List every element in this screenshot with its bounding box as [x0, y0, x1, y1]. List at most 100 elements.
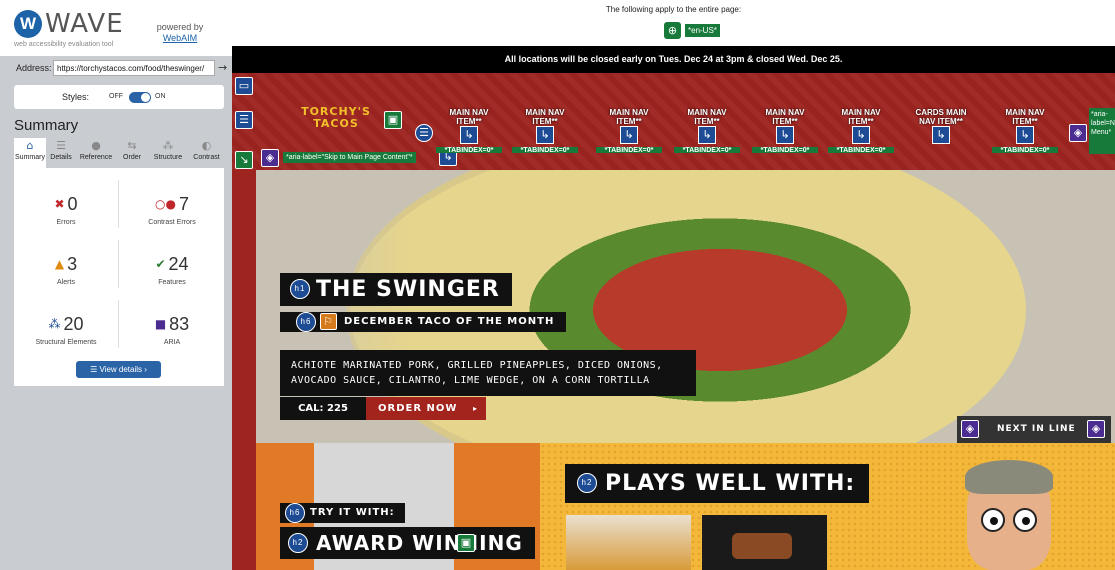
stat-contrast[interactable]: ○● 7 Contrast Errors: [122, 194, 222, 226]
contrast-count: 7: [178, 194, 189, 214]
nav-item[interactable]: MAIN NAV ITEM** ↳ *TABINDEX=0*: [752, 108, 818, 154]
tab-contrast-label: Contrast: [193, 154, 220, 161]
hero-subtitle: h6 ⚐ DECEMBER TACO OF THE MONTH: [280, 312, 567, 332]
tab-summary[interactable]: ⌂ Summary: [14, 138, 46, 168]
structure-icon: ⁂: [162, 139, 174, 152]
tab-details[interactable]: ☰ Details: [47, 138, 75, 168]
order-arrow-icon: ▸: [472, 404, 478, 413]
summary-tabs: ⌂ Summary ☰ Details ● Reference ⇆ Order ⁂ Str…: [14, 138, 224, 168]
styles-on-label: ON: [155, 93, 166, 100]
powered-by: powered by WebAIM: [150, 22, 210, 44]
nav-item[interactable]: CARDS MAIN NAV ITEM** ↳: [908, 108, 974, 144]
snack-image: [702, 515, 827, 570]
styles-off-label: OFF: [109, 93, 123, 100]
feature-icon: ✔: [155, 257, 166, 271]
nav-item[interactable]: MAIN NAV ITEM** ↳ *TABINDEX=0*: [674, 108, 740, 154]
styles-label: Styles:: [62, 92, 90, 102]
structural-count: 20: [63, 314, 84, 334]
page-lang-note: The following apply to the entire page:: [605, 5, 742, 14]
tab-structure[interactable]: ⁂ Structure: [148, 138, 188, 168]
award-text: AWARD WINNING: [316, 531, 523, 555]
snack-item: [732, 533, 792, 559]
nav-item[interactable]: MAIN NAV ITEM** ↳ *TABINDEX=0*: [992, 108, 1058, 154]
stat-features[interactable]: ✔ 24 Features: [122, 254, 222, 286]
wave-logo-icon: W: [14, 10, 42, 38]
arrow-right-icon[interactable]: →: [218, 61, 227, 74]
contrast-error-icon: ○●: [155, 197, 176, 211]
webaim-link[interactable]: WebAIM: [150, 33, 210, 44]
nav-item-label: MAIN NAV ITEM**: [609, 108, 649, 126]
nav-item-label: CARDS MAIN NAV ITEM**: [915, 108, 967, 126]
view-details-label: View details ›: [99, 365, 147, 374]
stat-structural[interactable]: ⁂ 20 Structural Elements: [16, 314, 116, 346]
order-now-button[interactable]: ORDER NOW ▸: [366, 397, 486, 420]
aria-label-icon[interactable]: ◈: [961, 420, 979, 438]
next-in-line-label: NEXT IN LINE: [997, 424, 1076, 434]
h1-icon[interactable]: h1: [290, 279, 310, 299]
address-input[interactable]: https://torchystacos.com/food/theswinger…: [53, 60, 215, 76]
region-icon[interactable]: ▭: [235, 77, 253, 95]
view-details-button[interactable]: ☰ View details ›: [76, 361, 161, 378]
aria-label-icon[interactable]: ◈: [1087, 420, 1105, 438]
stat-aria[interactable]: ■ 83 ARIA: [122, 314, 222, 346]
error-icon: ✖: [54, 197, 65, 211]
lang-tag: *en-US*: [685, 24, 720, 37]
stat-errors[interactable]: ✖ 0 Errors: [16, 194, 116, 226]
plays-well-text: PLAYS WELL WITH:: [605, 471, 856, 496]
tab-contrast[interactable]: ◐ Contrast: [189, 138, 224, 168]
googly-eye: [981, 508, 1005, 532]
alerts-label: Alerts: [57, 279, 75, 286]
aria-side-tag: *aria-label=Navig Menu*: [1089, 108, 1115, 154]
alert-icon[interactable]: ⚐: [320, 313, 337, 330]
features-label: Features: [158, 279, 186, 286]
skip-link-icon[interactable]: ↘: [235, 151, 253, 169]
torchys-logo[interactable]: TORCHY'S TACOS: [291, 106, 381, 136]
image-icon[interactable]: ▣: [457, 534, 475, 552]
link-icon: ↳: [776, 126, 794, 144]
link-icon: ↳: [460, 126, 478, 144]
nav-item-label: MAIN NAV ITEM**: [525, 108, 565, 126]
h6-icon[interactable]: h6: [296, 312, 316, 332]
structure-icon: ⁂: [48, 317, 61, 331]
beer-image: [566, 515, 691, 570]
closure-banner: All locations will be closed early on Tu…: [232, 46, 1115, 73]
nav-item[interactable]: MAIN NAV ITEM** ↳ *TABINDEX=0*: [512, 108, 578, 154]
divider: [118, 240, 119, 288]
h2-icon[interactable]: h2: [577, 473, 597, 493]
wave-sidebar: W WAVE web accessibility evaluation tool…: [0, 0, 232, 570]
summary-heading: Summary: [14, 117, 79, 134]
home-icon: ⌂: [26, 139, 34, 152]
nav-item[interactable]: MAIN NAV ITEM** ↳ *TABINDEX=0*: [596, 108, 662, 154]
stat-alerts[interactable]: ▲ 3 Alerts: [16, 254, 116, 286]
wave-title: WAVE: [45, 9, 124, 39]
divider: [118, 180, 119, 228]
nav-item-label: MAIN NAV ITEM**: [1005, 108, 1045, 126]
image-icon[interactable]: ▣: [384, 111, 402, 129]
aria-label-icon[interactable]: ◈: [261, 149, 279, 167]
mascot-hair: [965, 460, 1053, 494]
tab-details-label: Details: [50, 154, 72, 161]
globe-icon[interactable]: ⊕: [664, 22, 681, 39]
plays-well-heading: h2 PLAYS WELL WITH:: [565, 464, 870, 503]
nav-item-tag: *TABINDEX=0*: [436, 147, 502, 154]
aria-icon: ■: [154, 317, 167, 331]
list-icon[interactable]: ☰: [235, 111, 253, 129]
h6-icon[interactable]: h6: [285, 503, 305, 523]
nav-item[interactable]: MAIN NAV ITEM** ↳ *TABINDEX=0*: [828, 108, 894, 154]
nav-item[interactable]: MAIN NAV ITEM** ↳ *TABINDEX=0*: [436, 108, 502, 154]
structural-label: Structural Elements: [35, 339, 97, 346]
h2-icon[interactable]: h2: [288, 533, 308, 553]
tab-reference[interactable]: ● Reference: [76, 138, 116, 168]
address-label: Address:: [16, 63, 52, 73]
aria-label-icon[interactable]: ◈: [1069, 124, 1087, 142]
summary-panel: ✖ 0 Errors ○● 7 Contrast Errors ▲ 3 Alerts …: [14, 168, 224, 386]
styles-toggle[interactable]: [129, 92, 151, 103]
list-icon[interactable]: ☰: [415, 124, 433, 142]
nav-item-label: MAIN NAV ITEM**: [841, 108, 881, 126]
tab-order[interactable]: ⇆ Order: [117, 138, 147, 168]
errors-count: 0: [67, 194, 78, 214]
hero-description: ACHIOTE MARINATED PORK, GRILLED PINEAPPL…: [280, 350, 696, 396]
tab-structure-label: Structure: [153, 154, 183, 161]
nav-item-tag: *TABINDEX=0*: [674, 147, 740, 154]
hero-title: h1 THE SWINGER: [280, 273, 512, 306]
